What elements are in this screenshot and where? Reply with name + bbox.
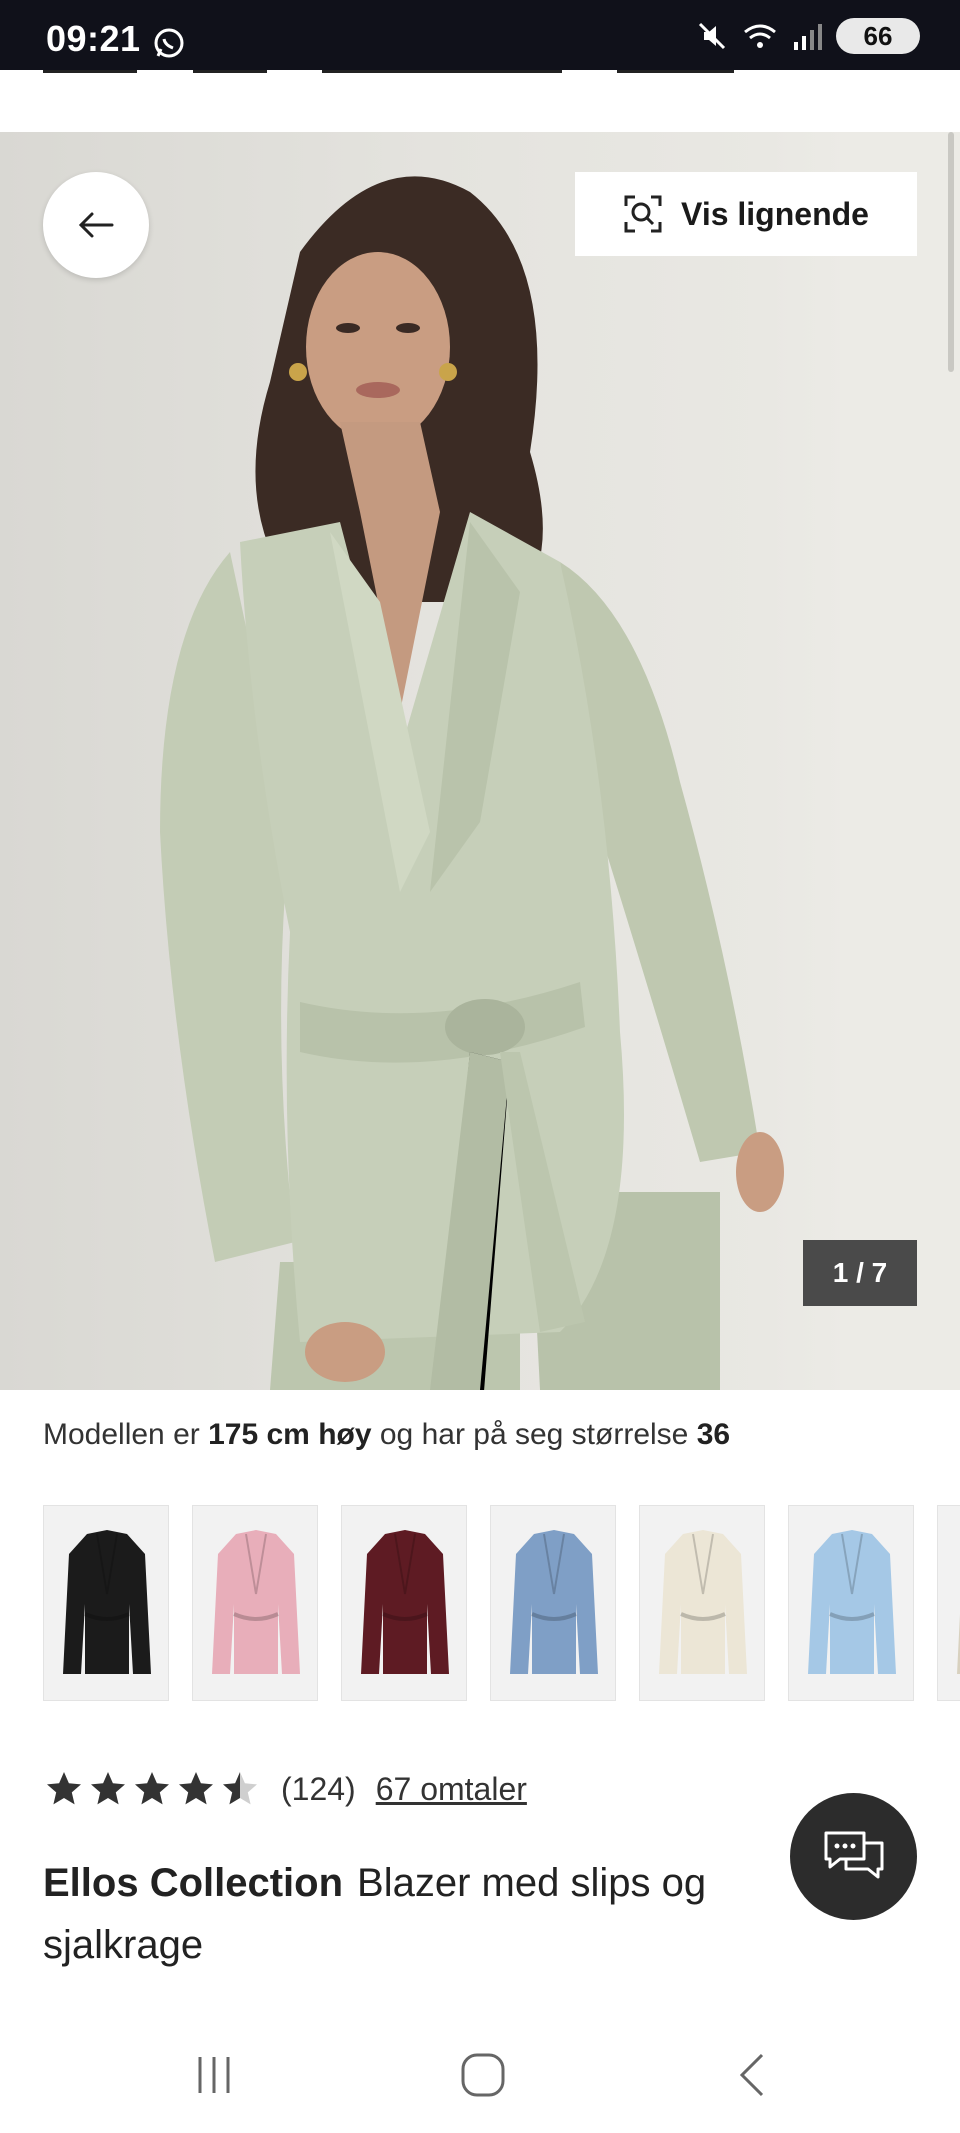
blazer-thumbnail <box>659 1530 747 1674</box>
star-icon <box>135 1772 169 1805</box>
back-nav-button[interactable] <box>712 2040 792 2110</box>
product-image[interactable]: Vis lignende 1 / 7 <box>0 132 960 1390</box>
back-icon <box>739 2053 764 2097</box>
home-button[interactable] <box>443 2040 523 2110</box>
star-icon <box>47 1772 81 1805</box>
model-info-prefix: Modellen er <box>43 1418 200 1451</box>
battery-icon: 66 <box>836 18 920 54</box>
navigation-bar <box>0 2010 960 2133</box>
blazer-thumbnail <box>361 1530 449 1674</box>
back-button[interactable] <box>43 172 149 278</box>
color-swatch-burgundy[interactable] <box>341 1505 467 1701</box>
model-info: Modellen er 175 cm høy og har på seg stø… <box>43 1418 730 1452</box>
color-swatch-black[interactable] <box>43 1505 169 1701</box>
image-counter: 1 / 7 <box>803 1240 917 1306</box>
blazer-thumbnail <box>510 1530 598 1674</box>
star-rating <box>45 1770 259 1808</box>
color-swatch-light-blue[interactable] <box>788 1505 914 1701</box>
wifi-icon <box>744 24 776 48</box>
star-icon <box>179 1772 213 1805</box>
status-bar: 09:21 66 <box>0 0 960 70</box>
battery-level: 66 <box>863 20 893 51</box>
color-swatch-pink[interactable] <box>192 1505 318 1701</box>
status-time: 09:21 <box>46 18 141 59</box>
chat-icon <box>824 1831 883 1878</box>
reviews-link[interactable]: 67 omtaler <box>376 1771 527 1808</box>
star-icon <box>223 1772 257 1805</box>
recent-apps-button[interactable] <box>174 2040 254 2110</box>
arrow-left-icon <box>78 212 114 238</box>
blazer-thumbnail <box>212 1530 300 1674</box>
model-size: 36 <box>696 1418 731 1451</box>
tab-indicator <box>617 70 734 73</box>
whatsapp-icon <box>154 28 184 58</box>
color-swatch-cream[interactable] <box>639 1505 765 1701</box>
signal-icon <box>794 24 822 50</box>
tab-indicator <box>322 70 562 73</box>
home-icon <box>461 2053 505 2097</box>
mute-icon <box>698 22 726 50</box>
blazer-thumbnail <box>957 1614 960 1674</box>
product-title: Ellos Collection Blazer med slips og sjal… <box>43 1852 803 1976</box>
model-height: 175 cm høy <box>208 1418 372 1451</box>
color-swatch-blue[interactable] <box>490 1505 616 1701</box>
category-tabs <box>0 70 960 132</box>
star-icon <box>91 1772 125 1805</box>
rating-row: (124) 67 omtaler <box>45 1764 527 1814</box>
product-brand: Ellos Collection <box>43 1861 344 1905</box>
blazer-thumbnail <box>63 1530 151 1674</box>
tab-indicator <box>193 70 267 73</box>
blazer-thumbnail <box>808 1530 896 1674</box>
status-icons: 66 <box>696 18 920 54</box>
tab-indicator <box>43 70 137 73</box>
show-similar-button[interactable]: Vis lignende <box>575 172 917 256</box>
recent-apps-icon <box>198 2057 230 2093</box>
rating-count: (124) <box>281 1770 356 1807</box>
chat-button[interactable] <box>790 1793 917 1920</box>
image-counter-text: 1 / 7 <box>832 1257 888 1288</box>
visual-search-icon <box>624 195 662 233</box>
model-info-middle: og har på seg størrelse <box>379 1418 689 1451</box>
show-similar-label: Vis lignende <box>681 195 869 232</box>
color-swatch-beige[interactable] <box>937 1505 960 1701</box>
model-illustration <box>160 176 784 1390</box>
color-variants <box>43 1505 960 1701</box>
